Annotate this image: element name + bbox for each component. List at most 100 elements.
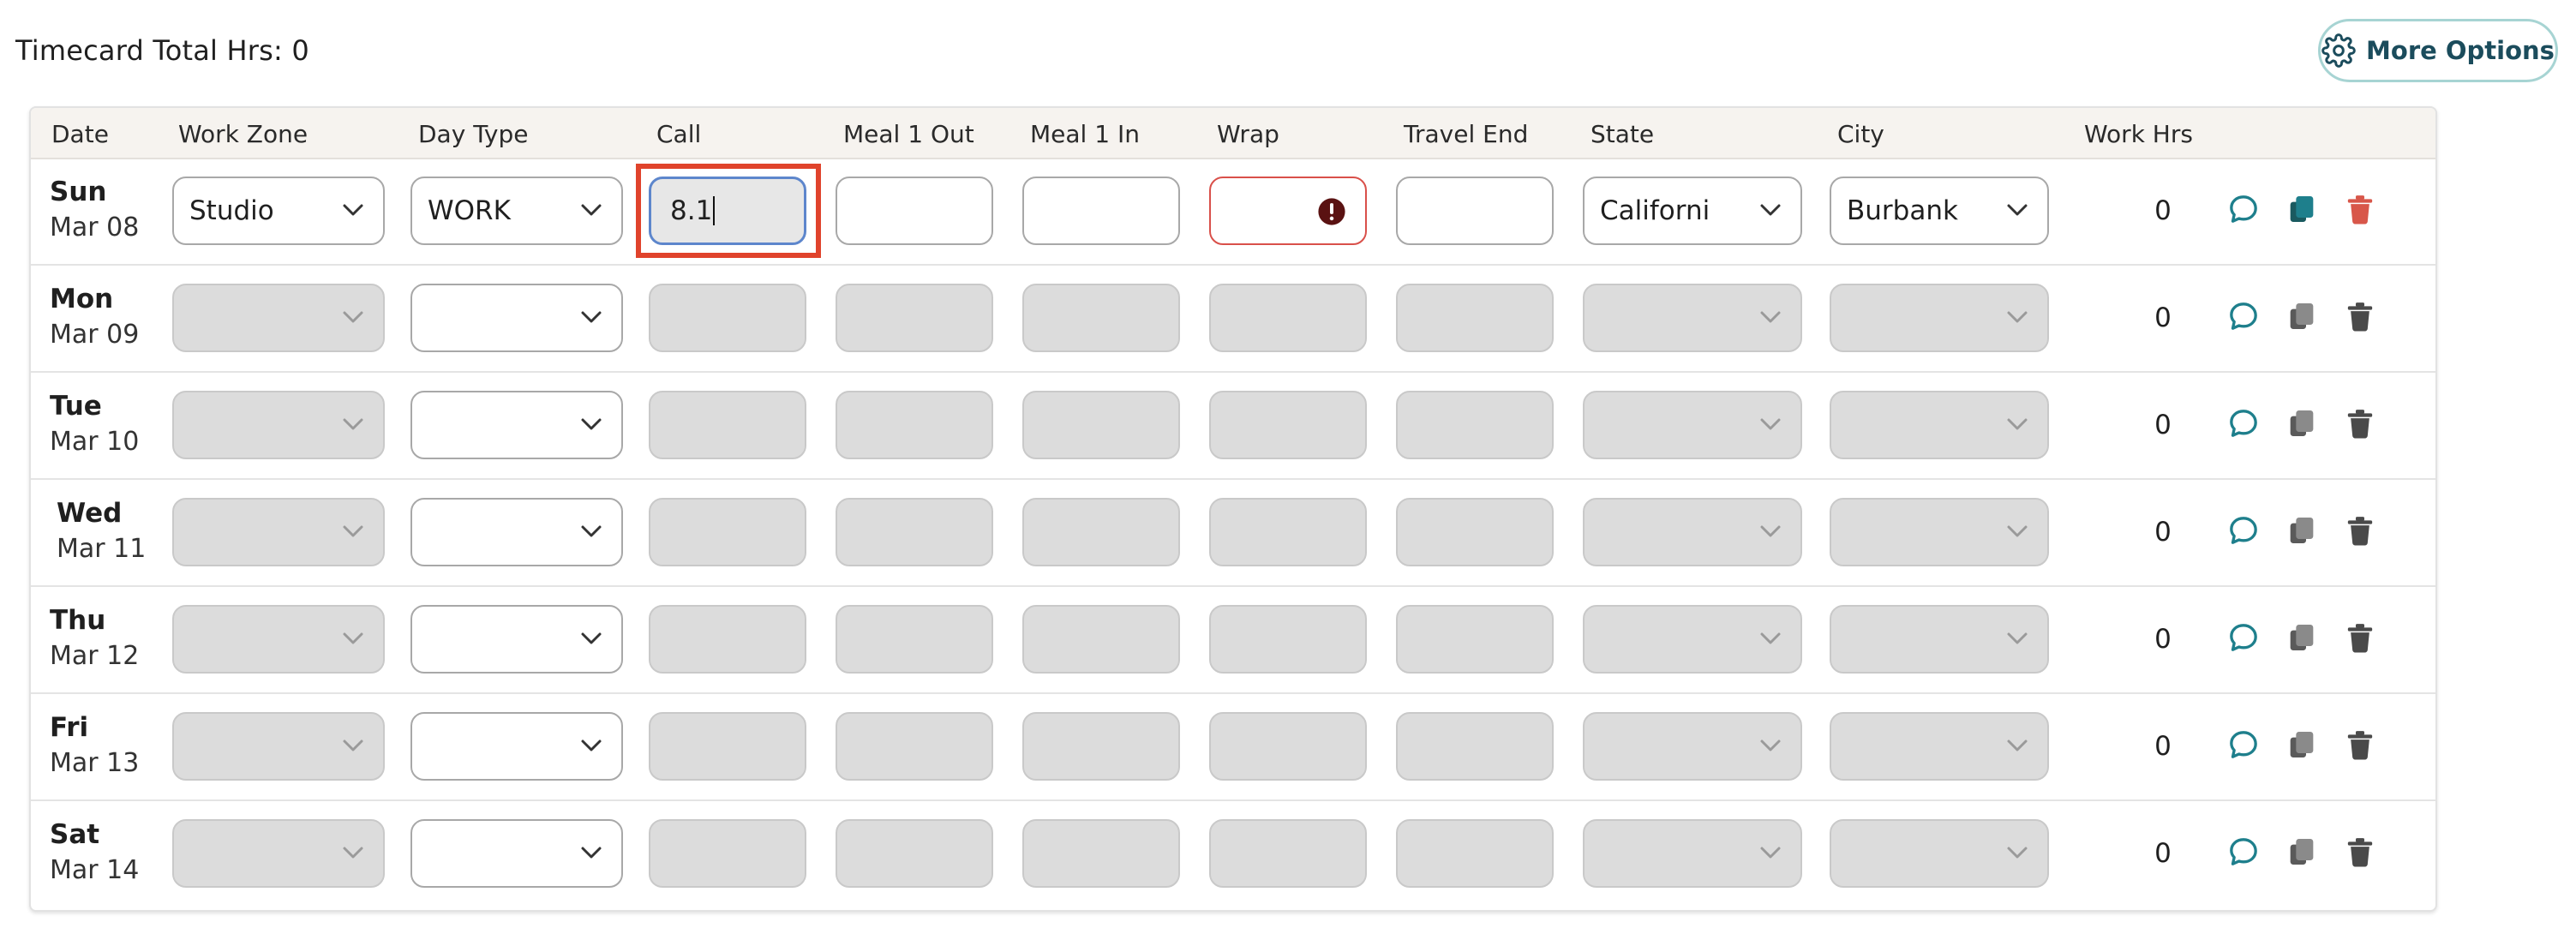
day-type-select[interactable] (410, 284, 623, 352)
meal-1-out-input[interactable] (836, 177, 993, 245)
day-type-select[interactable] (410, 605, 623, 674)
travel-end-input[interactable] (1396, 819, 1554, 888)
trash-icon[interactable] (2343, 620, 2377, 655)
meal-1-in-input[interactable] (1022, 498, 1180, 566)
trash-icon[interactable] (2343, 299, 2377, 333)
meal-1-out-input[interactable] (836, 712, 993, 781)
city-select[interactable] (1830, 712, 2049, 781)
meal-1-out-input[interactable] (836, 605, 993, 674)
trash-icon[interactable] (2343, 835, 2377, 869)
day-type-select[interactable] (410, 391, 623, 459)
wrap-input[interactable] (1209, 819, 1367, 888)
day-type-select[interactable] (410, 498, 623, 566)
comment-icon[interactable] (2226, 299, 2261, 333)
trash-icon[interactable] (2343, 192, 2377, 226)
state-select[interactable] (1583, 819, 1802, 888)
work-zone-select[interactable]: Studio (172, 177, 385, 245)
day-type-select[interactable]: WORK (410, 177, 623, 245)
column-header-meal-1-out: Meal 1 Out (843, 120, 974, 148)
wrap-input[interactable] (1209, 712, 1367, 781)
row-day: Wed (57, 498, 123, 529)
call-input[interactable] (649, 712, 806, 781)
state-select[interactable] (1583, 498, 1802, 566)
travel-end-input[interactable] (1396, 605, 1554, 674)
chevron-down-icon (2007, 525, 2028, 537)
work-zone-select[interactable] (172, 391, 385, 459)
travel-end-input[interactable] (1396, 712, 1554, 781)
comment-icon[interactable] (2226, 620, 2261, 655)
meal-1-in-input[interactable] (1022, 605, 1180, 674)
day-type-select[interactable] (410, 712, 623, 781)
city-select[interactable] (1830, 284, 2049, 352)
meal-1-in-input[interactable] (1022, 284, 1180, 352)
comment-icon[interactable] (2226, 192, 2261, 226)
call-input[interactable] (649, 498, 806, 566)
row-date: Mar 13 (50, 748, 140, 778)
table-row: Fri Mar 13 0 (31, 693, 2435, 801)
city-select[interactable] (1830, 605, 2049, 674)
copy-icon[interactable] (2285, 513, 2319, 548)
copy-icon[interactable] (2285, 835, 2319, 869)
city-select[interactable]: Burbank (1830, 177, 2049, 245)
column-header-state: State (1591, 120, 1655, 148)
meal-1-out-input[interactable] (836, 391, 993, 459)
row-date: Mar 08 (50, 213, 140, 242)
comment-icon[interactable] (2226, 406, 2261, 440)
copy-icon[interactable] (2285, 620, 2319, 655)
meal-1-in-input[interactable] (1022, 177, 1180, 245)
trash-icon[interactable] (2343, 513, 2377, 548)
work-zone-select[interactable] (172, 819, 385, 888)
more-options-label: More Options (2366, 36, 2555, 65)
row-day: Thu (50, 605, 106, 636)
state-select[interactable] (1583, 284, 1802, 352)
copy-icon[interactable] (2285, 299, 2319, 333)
call-input[interactable] (649, 284, 806, 352)
chevron-down-icon (343, 311, 363, 323)
call-input[interactable] (649, 819, 806, 888)
call-input[interactable]: 8.1 (649, 177, 806, 245)
work-zone-select[interactable] (172, 605, 385, 674)
work-zone-select[interactable] (172, 498, 385, 566)
work-zone-select[interactable] (172, 284, 385, 352)
call-input[interactable] (649, 391, 806, 459)
call-input[interactable] (649, 605, 806, 674)
meal-1-in-input[interactable] (1022, 391, 1180, 459)
comment-icon[interactable] (2226, 835, 2261, 869)
travel-end-input[interactable] (1396, 498, 1554, 566)
chevron-down-icon (1760, 739, 1781, 751)
travel-end-input[interactable] (1396, 284, 1554, 352)
wrap-input[interactable] (1209, 391, 1367, 459)
gear-icon (2321, 33, 2356, 68)
meal-1-out-input[interactable] (836, 284, 993, 352)
meal-1-out-input[interactable] (836, 819, 993, 888)
chevron-down-icon (581, 311, 602, 323)
city-select[interactable] (1830, 819, 2049, 888)
wrap-input[interactable] (1209, 177, 1367, 245)
wrap-input[interactable] (1209, 284, 1367, 352)
comment-icon[interactable] (2226, 513, 2261, 548)
city-select[interactable] (1830, 391, 2049, 459)
trash-icon[interactable] (2343, 406, 2377, 440)
travel-end-input[interactable] (1396, 177, 1554, 245)
meal-1-out-input[interactable] (836, 498, 993, 566)
meal-1-in-input[interactable] (1022, 712, 1180, 781)
day-type-select[interactable] (410, 819, 623, 888)
state-select[interactable] (1583, 391, 1802, 459)
copy-icon[interactable] (2285, 192, 2319, 226)
city-select[interactable] (1830, 498, 2049, 566)
trash-icon[interactable] (2343, 727, 2377, 762)
more-options-button[interactable]: More Options (2318, 19, 2558, 82)
copy-icon[interactable] (2285, 727, 2319, 762)
state-select[interactable] (1583, 712, 1802, 781)
travel-end-input[interactable] (1396, 391, 1554, 459)
meal-1-in-input[interactable] (1022, 819, 1180, 888)
copy-icon[interactable] (2285, 406, 2319, 440)
work-zone-select[interactable] (172, 712, 385, 781)
wrap-input[interactable] (1209, 605, 1367, 674)
state-select[interactable]: Californi (1583, 177, 1802, 245)
chevron-down-icon (2007, 204, 2028, 216)
wrap-input[interactable] (1209, 498, 1367, 566)
comment-icon[interactable] (2226, 727, 2261, 762)
state-select[interactable] (1583, 605, 1802, 674)
chevron-down-icon (2007, 847, 2028, 859)
